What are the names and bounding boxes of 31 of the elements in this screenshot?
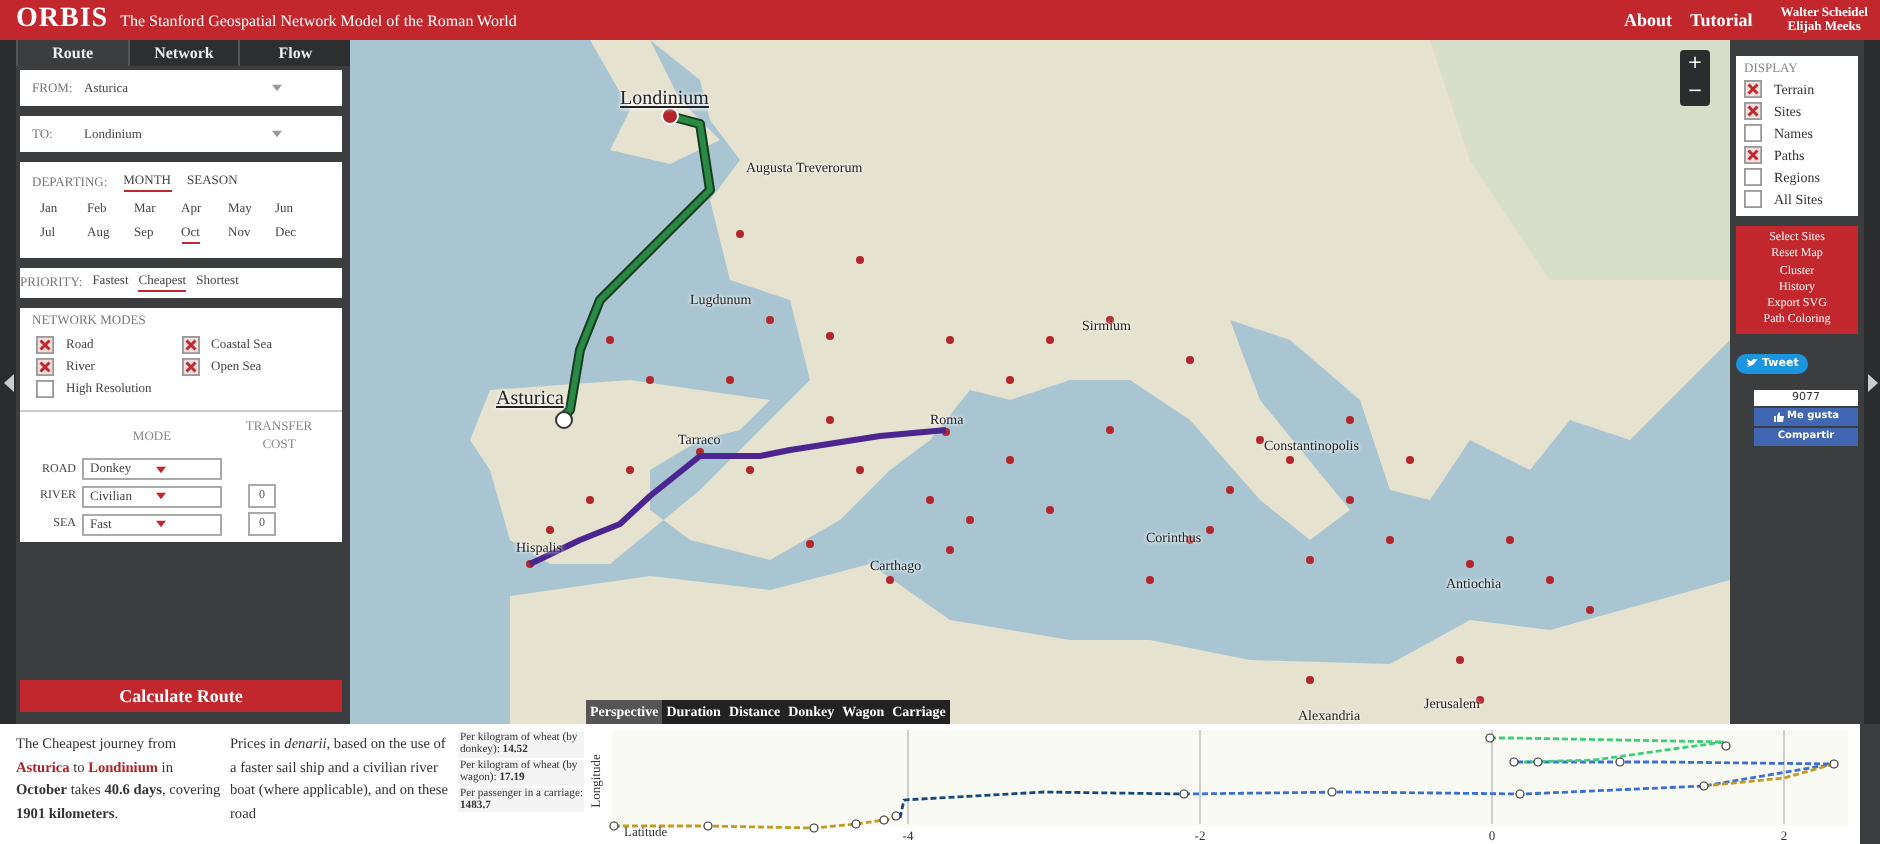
expand-arrow-icon[interactable] — [1867, 373, 1877, 391]
checkbox[interactable] — [36, 379, 54, 397]
app-subtitle: The Stanford Geospatial Network Model of the Roman World — [120, 11, 517, 29]
caret-icon — [156, 520, 166, 528]
calculate-route-button[interactable]: Calculate Route — [20, 680, 342, 712]
panel-tab[interactable]: Flow — [238, 40, 350, 66]
place-label: Londinium — [620, 88, 709, 110]
checkbox[interactable] — [1744, 102, 1762, 120]
nav-link[interactable]: Tutorial — [1690, 10, 1753, 30]
checkbox[interactable] — [1744, 124, 1762, 142]
thumbs-up-icon — [1773, 411, 1783, 422]
caret-icon — [272, 130, 282, 138]
zoom-button[interactable]: + — [1680, 50, 1710, 78]
collapse-arrow-icon[interactable] — [3, 373, 13, 391]
checkbox[interactable] — [181, 335, 199, 353]
checkbox[interactable] — [1744, 80, 1762, 98]
caret-icon — [272, 84, 282, 92]
bird-icon — [1746, 358, 1758, 369]
checkbox[interactable] — [1744, 168, 1762, 186]
caret-icon — [156, 492, 166, 500]
checkbox[interactable] — [1744, 190, 1762, 208]
zoom-button[interactable]: − — [1680, 78, 1710, 106]
app-logo[interactable]: ORBIS — [16, 4, 109, 36]
panel-tab[interactable]: Network — [127, 40, 239, 66]
checkbox[interactable] — [36, 335, 54, 353]
checkbox[interactable] — [36, 357, 54, 375]
checkbox[interactable] — [181, 357, 199, 375]
caret-icon — [156, 465, 166, 473]
nav-link[interactable]: About — [1624, 10, 1673, 30]
place-label: Asturica — [496, 388, 564, 410]
checkbox[interactable] — [1744, 146, 1762, 164]
